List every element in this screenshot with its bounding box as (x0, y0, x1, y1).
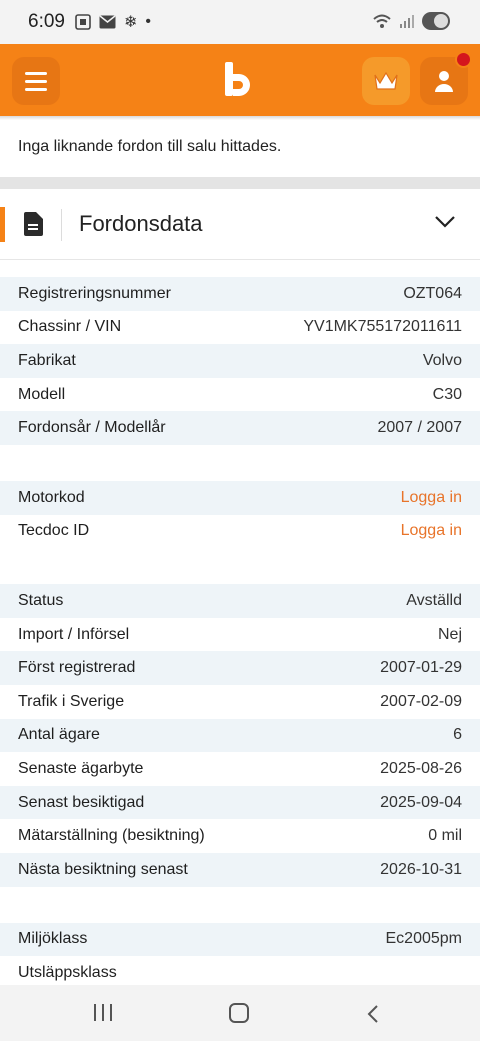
recent-apps-button[interactable] (94, 1004, 112, 1021)
row-label: Senast besiktigad (18, 793, 145, 811)
row-value: YV1MK755172011611 (303, 318, 462, 336)
status-icons: ❄ • (75, 12, 151, 32)
row-label: Motorkod (18, 488, 85, 506)
row-value: 2025-09-04 (380, 793, 462, 811)
notification-badge (455, 51, 472, 68)
document-icon (24, 212, 43, 236)
table-row: Registreringsnummer OZT064 (0, 277, 480, 311)
brand-logo-icon[interactable] (221, 60, 257, 100)
battery-icon (422, 12, 450, 30)
home-button[interactable] (229, 1003, 249, 1023)
row-value: 2007-02-09 (380, 692, 462, 710)
row-value: C30 (432, 385, 462, 403)
status-bar: 6:09 ❄ • (0, 0, 480, 44)
hamburger-icon (25, 71, 47, 75)
row-label: Chassinr / VIN (18, 318, 122, 336)
row-label: Modell (18, 385, 66, 403)
section-title: Fordonsdata (79, 211, 203, 236)
premium-button[interactable] (362, 57, 410, 105)
row-value: Nej (437, 625, 462, 643)
table-row: Tecdoc ID Logga in (0, 515, 480, 549)
row-value: 6 (453, 726, 462, 744)
app-header (0, 44, 480, 116)
row-label: Trafik i Sverige (18, 692, 125, 710)
table-row: Fabrikat Volvo (0, 344, 480, 378)
table-row: Fordonsår / Modellår 2007 / 2007 (0, 411, 480, 445)
table-row: Senaste ägarbyte 2025-08-26 (0, 752, 480, 786)
row-label: Mätarställning (besiktning) (18, 827, 205, 845)
status-time: 6:09 (28, 11, 65, 32)
table-row: Senast besiktigad 2025-09-04 (0, 785, 480, 820)
table-row: Miljöklass Ec2005pm (0, 922, 480, 957)
row-value: 2007-01-29 (380, 659, 462, 677)
section-divider (0, 177, 480, 189)
row-value: Ec2005pm (385, 930, 463, 948)
table-row: Trafik i Sverige 2007-02-09 (0, 685, 480, 719)
wifi-icon (373, 14, 391, 28)
system-nav-bar (0, 985, 480, 1041)
menu-button[interactable] (12, 57, 60, 105)
table-row: Nästa besiktning senast 2026-10-31 (0, 852, 480, 887)
row-value: 2026-10-31 (380, 860, 462, 878)
row-label: Fabrikat (18, 351, 76, 369)
row-label: Senaste ägarbyte (18, 759, 144, 777)
row-label: Tecdoc ID (18, 522, 90, 540)
crown-icon (374, 71, 398, 90)
table-row: Import / Införsel Nej (0, 618, 480, 652)
login-link[interactable]: Logga in (401, 489, 462, 507)
table-row: Mätarställning (besiktning) 0 mil (0, 819, 480, 853)
row-value: 2007 / 2007 (377, 419, 462, 437)
screenshot-icon (75, 14, 91, 30)
vehicle-data-table: Registreringsnummer OZT064 Chassinr / VIN Y… (0, 277, 480, 990)
signal-icon (400, 15, 414, 28)
vehicle-data-header[interactable]: Fordonsdata (0, 190, 480, 260)
no-results-message: Inga liknande fordon till salu hittades. (18, 138, 282, 155)
chevron-down-icon[interactable] (434, 215, 456, 229)
accent-bar (0, 207, 5, 242)
back-button[interactable] (367, 1004, 379, 1024)
row-label: Utsläppsklass (18, 963, 117, 981)
row-label: Nästa besiktning senast (18, 860, 188, 878)
table-row: Status Avställd (0, 584, 480, 618)
row-label: Först registrerad (18, 659, 136, 677)
dot-icon: • (145, 13, 151, 30)
mail-icon (99, 15, 116, 29)
row-value: Volvo (422, 351, 462, 369)
row-value: OZT064 (403, 284, 462, 302)
table-row: Chassinr / VIN YV1MK755172011611 (0, 311, 480, 345)
table-row: Modell C30 (0, 378, 480, 412)
table-row: Antal ägare 6 (0, 718, 480, 753)
row-label: Antal ägare (18, 726, 100, 744)
table-row: Först registrerad 2007-01-29 (0, 651, 480, 685)
row-label: Miljöklass (18, 930, 88, 948)
row-label: Fordonsår / Modellår (18, 419, 166, 437)
login-link[interactable]: Logga in (401, 522, 462, 540)
row-label: Import / Införsel (18, 625, 130, 643)
row-value: Avställd (406, 591, 462, 609)
user-icon (435, 71, 453, 92)
row-label: Status (18, 591, 64, 609)
table-row: Motorkod Logga in (0, 480, 480, 515)
row-value: 0 mil (428, 827, 462, 845)
row-value: 2025-08-26 (380, 759, 462, 777)
row-label: Registreringsnummer (18, 284, 171, 302)
fan-icon: ❄ (123, 14, 138, 31)
